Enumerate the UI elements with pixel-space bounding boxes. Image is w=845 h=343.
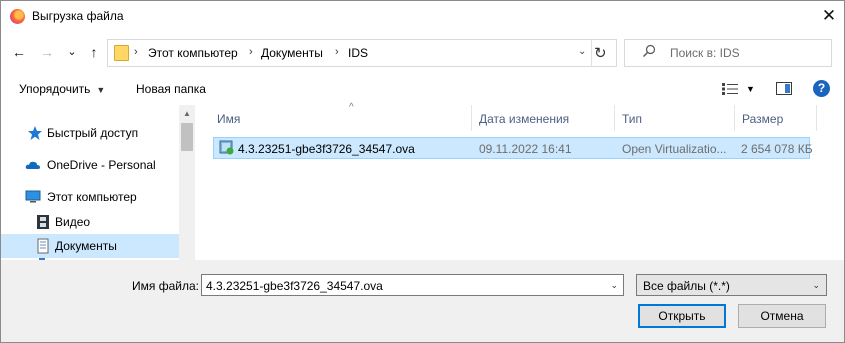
search-icon: [643, 44, 656, 57]
sidebar-item-label: OneDrive - Personal: [47, 158, 156, 172]
column-header-label: Тип: [622, 112, 643, 126]
up-arrow-icon: ↑: [90, 44, 98, 60]
partial-item-icon: [39, 258, 45, 260]
forward-button[interactable]: →: [39, 44, 55, 60]
column-header-label: Дата изменения: [479, 112, 570, 126]
sidebar-scrollbar[interactable]: ▲: [179, 105, 195, 260]
sidebar-item-this-pc[interactable]: Этот компьютер: [1, 185, 179, 209]
file-list: ^ Имя Дата изменения Тип Размер 4.3.2325…: [195, 102, 844, 260]
file-type-filter[interactable]: Все файлы (*.*) ⌄: [636, 274, 827, 296]
organize-button[interactable]: Упорядочить ▼: [19, 82, 105, 96]
filter-value: Все файлы (*.*): [643, 279, 730, 293]
sidebar-item-video[interactable]: Видео: [1, 210, 179, 234]
back-button[interactable]: ←: [11, 44, 27, 60]
search-placeholder: Поиск в: IDS: [670, 46, 740, 60]
title-bar: Выгрузка файла ✕: [1, 1, 844, 31]
scrollbar-thumb[interactable]: [181, 123, 193, 151]
address-bar[interactable]: › Этот компьютер › Документы › IDS ⌄ ↻: [107, 39, 617, 67]
command-bar: Упорядочить ▼ Новая папка ▼ ?: [1, 73, 844, 106]
navigation-pane: Быстрый доступ OneDrive - Personal Этот …: [1, 105, 195, 260]
new-folder-button[interactable]: Новая папка: [136, 82, 206, 96]
ova-file-icon: [219, 140, 234, 155]
sort-ascending-icon: ^: [349, 102, 354, 113]
file-row[interactable]: 4.3.23251-gbe3f3726_34547.ova 09.11.2022…: [213, 137, 813, 159]
chevron-down-icon: ⌄: [67, 46, 77, 58]
address-dropdown-icon[interactable]: ⌄: [578, 46, 586, 57]
breadcrumb-separator: ›: [134, 46, 138, 58]
back-arrow-icon: ←: [12, 44, 26, 60]
filename-value: 4.3.23251-gbe3f3726_34547.ova: [206, 279, 383, 293]
folder-icon: [114, 45, 129, 61]
cancel-button[interactable]: Отмена: [738, 304, 826, 328]
column-header-label: Имя: [217, 112, 241, 126]
chevron-down-icon[interactable]: ⌄: [610, 280, 618, 291]
organize-label: Упорядочить: [19, 82, 91, 96]
sidebar-item-label: Видео: [55, 215, 91, 229]
file-date: 09.11.2022 16:41: [479, 142, 572, 156]
filename-label: Имя файла:: [132, 279, 199, 293]
view-details-icon[interactable]: [721, 82, 739, 96]
divider: [591, 40, 592, 66]
scroll-up-icon[interactable]: ▲: [183, 109, 191, 118]
open-button[interactable]: Открыть: [638, 304, 726, 328]
computer-icon: [25, 190, 41, 203]
breadcrumb-ids[interactable]: IDS: [348, 46, 368, 60]
navigation-bar: ← → ⌄ ↑ › Этот компьютер › Документы › I…: [1, 31, 844, 73]
breadcrumb-separator: ›: [249, 46, 253, 58]
close-icon: ✕: [821, 6, 837, 25]
file-size: 2 654 078 КБ: [741, 142, 813, 156]
star-icon: [28, 126, 42, 140]
chevron-down-icon: ⌄: [812, 280, 820, 290]
firefox-icon: [10, 9, 25, 24]
sidebar-item-label: Быстрый доступ: [47, 126, 139, 140]
column-header-size[interactable]: Размер: [734, 105, 817, 131]
recent-locations-button[interactable]: ⌄: [64, 44, 80, 60]
column-header-type[interactable]: Тип: [614, 105, 735, 131]
column-header-name[interactable]: ^ Имя: [209, 102, 472, 131]
sidebar-item-onedrive[interactable]: OneDrive - Personal: [1, 153, 179, 177]
search-box[interactable]: Поиск в: IDS: [624, 39, 832, 67]
breadcrumb-separator: ›: [335, 46, 339, 58]
window-title: Выгрузка файла: [32, 9, 124, 23]
up-button[interactable]: ↑: [86, 44, 102, 60]
help-icon[interactable]: ?: [813, 80, 830, 97]
breadcrumb-this-pc[interactable]: Этот компьютер: [148, 46, 238, 60]
video-folder-icon: [37, 215, 49, 229]
refresh-icon[interactable]: ↻: [594, 44, 607, 62]
file-type: Open Virtualizatio...: [622, 142, 727, 156]
column-header-date[interactable]: Дата изменения: [471, 105, 615, 131]
filename-combobox[interactable]: 4.3.23251-gbe3f3726_34547.ova ⌄: [201, 274, 624, 296]
preview-pane-icon[interactable]: [776, 82, 792, 95]
caret-down-icon: ▼: [96, 85, 106, 95]
view-dropdown-icon[interactable]: ▼: [746, 84, 755, 94]
cloud-icon: [25, 161, 40, 169]
sidebar-item-documents[interactable]: Документы: [1, 234, 179, 258]
file-name: 4.3.23251-gbe3f3726_34547.ova: [238, 142, 415, 156]
file-dialog: Выгрузка файла ✕ ← → ⌄ ↑ › Этот компьюте…: [0, 0, 845, 343]
breadcrumb-documents[interactable]: Документы: [261, 46, 323, 60]
column-header-label: Размер: [742, 112, 784, 126]
close-button[interactable]: ✕: [814, 1, 844, 31]
sidebar-item-quick-access[interactable]: Быстрый доступ: [1, 121, 179, 145]
forward-arrow-icon: →: [40, 44, 54, 60]
sidebar-item-label: Документы: [55, 239, 117, 253]
sidebar-item-label: Этот компьютер: [47, 190, 137, 204]
documents-folder-icon: [37, 238, 49, 254]
